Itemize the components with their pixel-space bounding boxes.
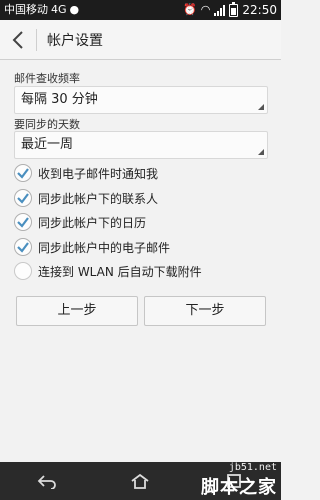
signal-icon (214, 4, 226, 16)
option-label: 同步此帐户中的电子邮件 (38, 240, 171, 255)
nav-back-icon (37, 475, 56, 489)
option-label: 同步此帐户下的日历 (38, 215, 147, 230)
page-title: 帐户设置 (47, 32, 103, 49)
option-label: 连接到 WLAN 后自动下载附件 (38, 264, 202, 279)
watermark: jb51.net 脚本之家 (201, 462, 277, 499)
nav-home-icon (131, 473, 150, 489)
sync-days-value: 最近一周 (21, 137, 74, 152)
back-arrow-icon (12, 30, 23, 49)
status-bar: 中国移动 4G ● ⏰ ◠ 22:50 (0, 0, 281, 20)
dropdown-corner-icon (258, 104, 264, 110)
network-type: 4G (51, 3, 67, 16)
option-notify-email[interactable]: 收到电子邮件时通知我 (14, 162, 158, 184)
sync-days-spinner[interactable]: 最近一周 (14, 131, 268, 159)
watermark-url: jb51.net (228, 462, 277, 473)
next-button[interactable]: 下一步 (144, 296, 266, 326)
check-frequency-label: 邮件查收频率 (14, 72, 80, 85)
option-sync-contacts[interactable]: 同步此帐户下的联系人 (14, 187, 158, 209)
dropdown-corner-icon (258, 149, 264, 155)
check-frequency-value: 每隔 30 分钟 (21, 92, 98, 107)
option-wlan-download[interactable]: 连接到 WLAN 后自动下载附件 (14, 260, 202, 282)
carrier-info: 中国移动 4G ● (4, 0, 79, 20)
checkbox-unchecked-icon[interactable] (14, 262, 32, 280)
checkbox-checked-icon[interactable] (14, 238, 32, 256)
watermark-name: 脚本之家 (201, 477, 277, 498)
check-frequency-spinner[interactable]: 每隔 30 分钟 (14, 86, 268, 114)
wifi-icon: ◠ (200, 3, 211, 16)
previous-button[interactable]: 上一步 (16, 296, 138, 326)
clock: 22:50 (242, 3, 277, 17)
battery-icon (229, 2, 239, 17)
nav-home-button[interactable] (125, 471, 155, 491)
option-sync-calendar[interactable]: 同步此帐户下的日历 (14, 211, 146, 233)
action-bar: 帐户设置 (0, 20, 281, 60)
nav-back-button[interactable] (32, 471, 62, 491)
option-sync-email[interactable]: 同步此帐户中的电子邮件 (14, 236, 170, 258)
checkbox-checked-icon[interactable] (14, 164, 32, 182)
action-divider (36, 28, 37, 51)
option-label: 收到电子邮件时通知我 (38, 166, 159, 181)
checkbox-checked-icon[interactable] (14, 189, 32, 207)
alarm-icon: ⏰ (183, 3, 197, 16)
option-label: 同步此帐户下的联系人 (38, 191, 159, 206)
notification-icon: ● (69, 3, 80, 16)
sync-days-label: 要同步的天数 (14, 118, 80, 131)
checkbox-checked-icon[interactable] (14, 213, 32, 231)
carrier-name: 中国移动 (4, 3, 48, 16)
back-button[interactable] (0, 20, 36, 60)
